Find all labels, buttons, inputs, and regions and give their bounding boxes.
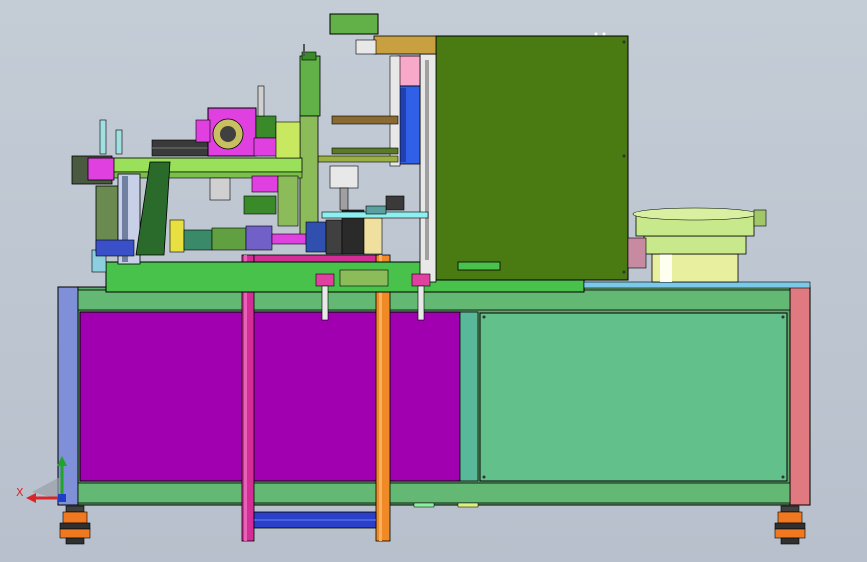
bowl-feeder	[627, 207, 767, 283]
coordinate-triad: X	[16, 456, 67, 503]
x-axis-label: X	[16, 486, 24, 499]
gantry-beam	[111, 157, 303, 173]
horizontal-cylinders	[317, 115, 399, 163]
cabinet-bottom-rail	[77, 482, 791, 504]
cabinet	[57, 286, 811, 508]
linear-rail	[321, 205, 429, 219]
machine-drawing: X	[16, 13, 811, 545]
caster-right	[774, 505, 806, 545]
slide-plate	[457, 261, 501, 271]
z-axis-marker	[58, 494, 66, 502]
cad-viewport[interactable]: X	[0, 0, 867, 562]
top-hopper	[329, 13, 379, 35]
orange-leg	[375, 254, 391, 542]
caster-left	[59, 505, 91, 545]
cabinet-door-right	[479, 312, 788, 482]
cabinet-right-post	[789, 286, 811, 506]
cabinet-door-left	[79, 311, 461, 482]
robot-block	[195, 85, 301, 159]
green-column	[299, 55, 321, 117]
cabinet-top-rail	[77, 289, 791, 311]
magenta-leg	[241, 254, 255, 542]
